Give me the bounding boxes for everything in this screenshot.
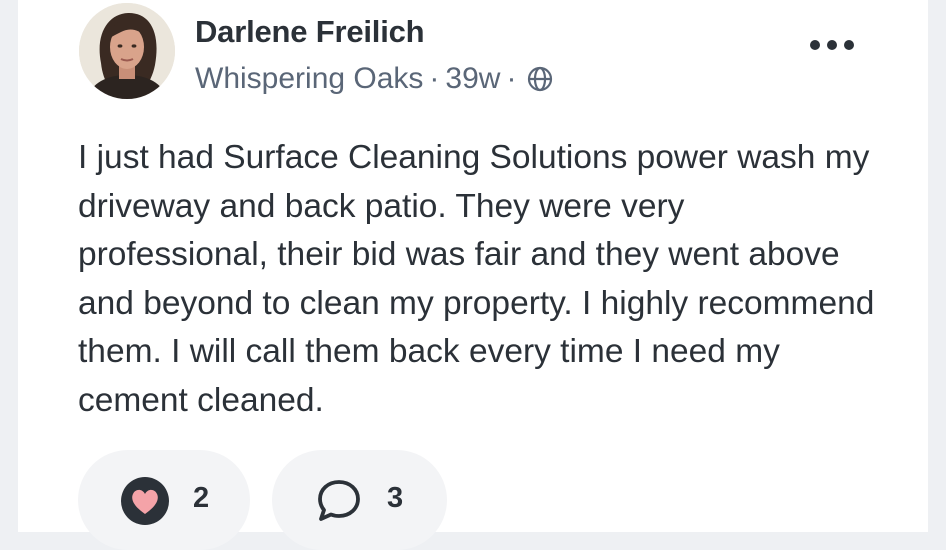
- post-meta: Whispering Oaks · 39w ·: [195, 62, 554, 96]
- comment-count: 3: [387, 482, 404, 514]
- meta-separator: ·: [506, 62, 517, 95]
- speech-bubble-icon: [314, 477, 364, 525]
- avatar[interactable]: [79, 3, 175, 99]
- post-card: Darlene Freilich Whispering Oaks · 39w ·…: [18, 0, 928, 550]
- post-body: I just had Surface Cleaning Solutions po…: [78, 139, 875, 419]
- more-options-button[interactable]: [802, 30, 862, 60]
- post-time[interactable]: 39w: [445, 62, 500, 96]
- like-count: 2: [193, 482, 210, 514]
- like-button[interactable]: 2: [78, 450, 250, 550]
- meta-separator: ·: [429, 62, 440, 95]
- neighborhood-link[interactable]: Whispering Oaks: [195, 62, 423, 96]
- globe-icon: [526, 65, 554, 93]
- avatar-photo: [79, 3, 175, 99]
- author-name[interactable]: Darlene Freilich: [195, 14, 425, 50]
- heart-icon: [118, 474, 172, 528]
- more-horizontal-icon: [810, 40, 820, 50]
- more-horizontal-icon: [844, 40, 854, 50]
- comment-button[interactable]: 3: [272, 450, 447, 550]
- more-horizontal-icon: [827, 40, 837, 50]
